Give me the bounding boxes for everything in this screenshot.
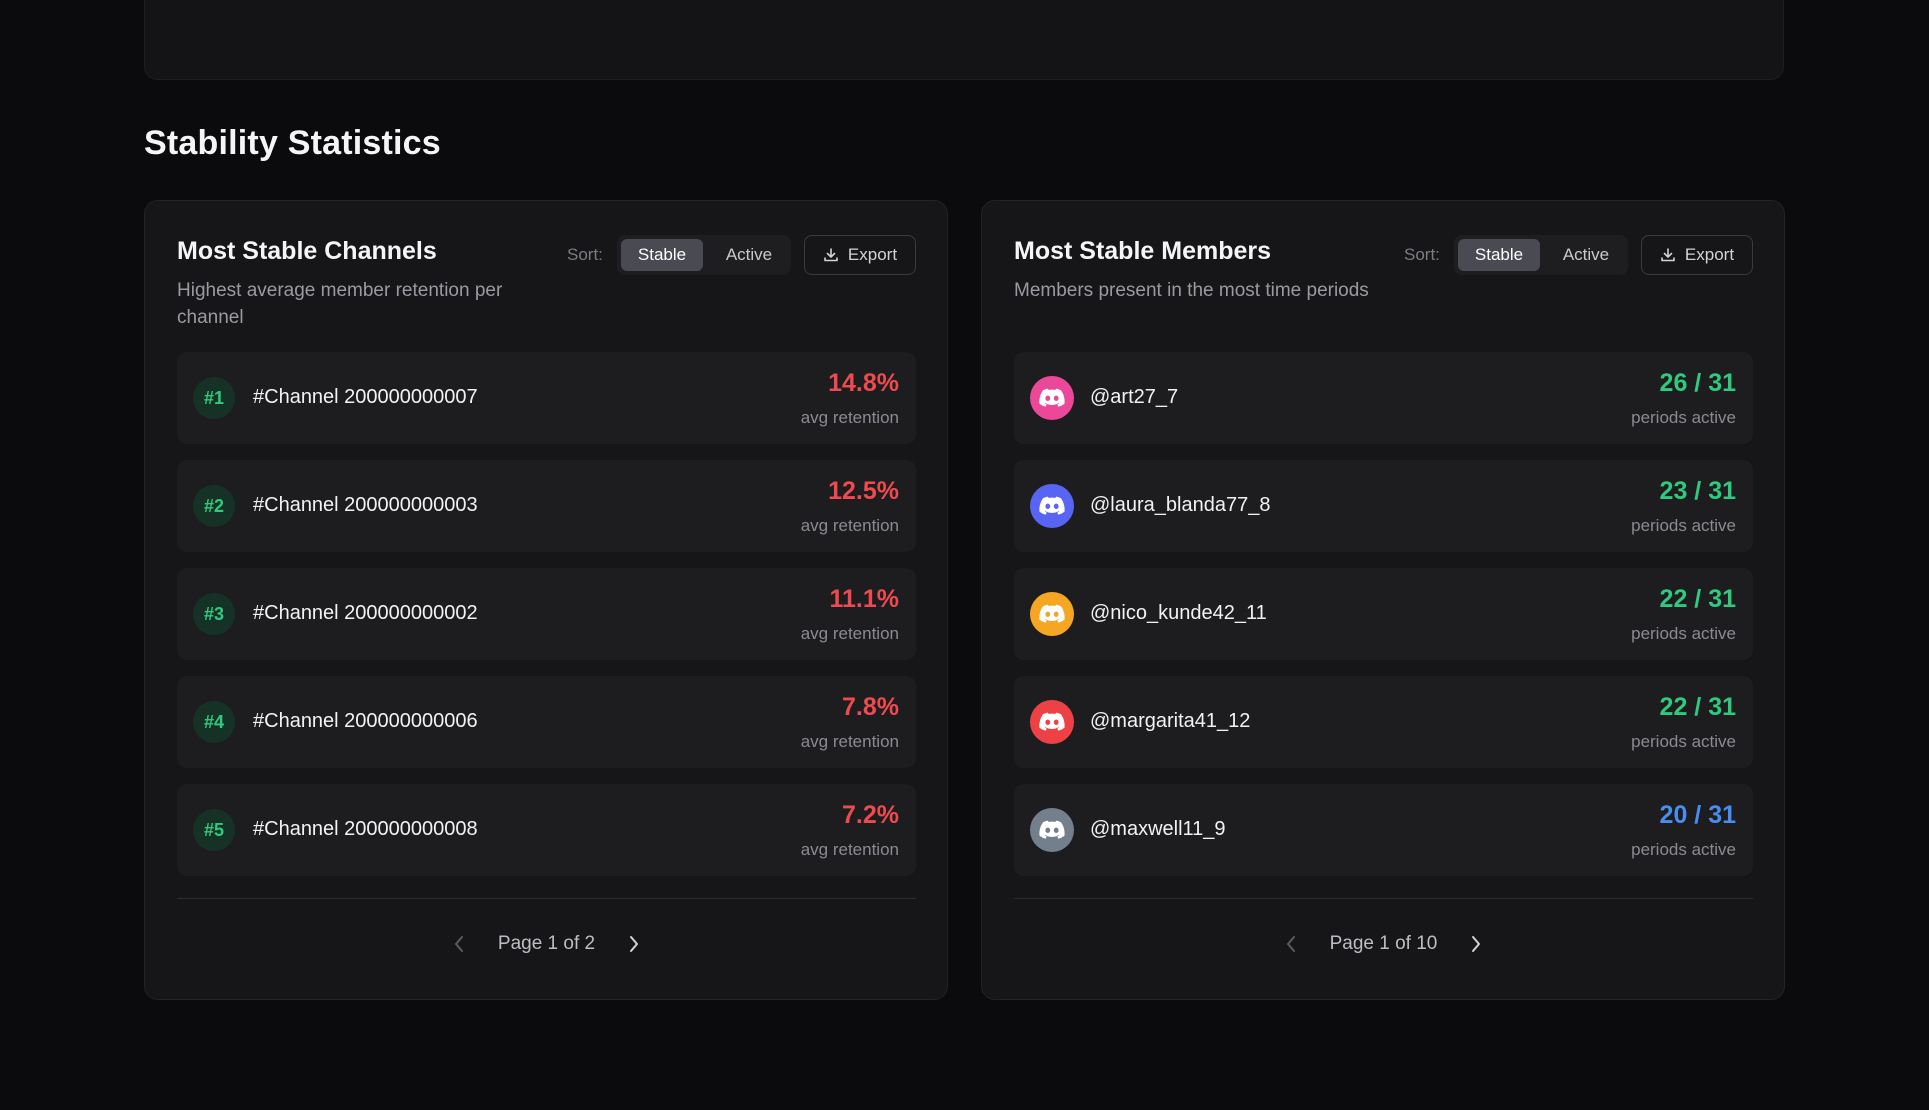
retention-caption: avg retention bbox=[800, 732, 899, 751]
member-name: @art27_7 bbox=[1090, 386, 1179, 408]
member-name: @margarita41_12 bbox=[1090, 710, 1251, 732]
export-label: Export bbox=[1684, 245, 1735, 264]
member-row[interactable]: @nico_kunde42_11 22 / 31 periods active bbox=[1014, 568, 1753, 660]
panel-title: Most Stable Channels bbox=[177, 237, 437, 265]
page-indicator: Page 1 of 2 bbox=[497, 933, 596, 954]
rank-badge: #4 bbox=[193, 701, 235, 743]
retention-caption: avg retention bbox=[800, 624, 899, 643]
sort-active-button[interactable]: Active bbox=[707, 239, 791, 271]
avatar bbox=[1030, 592, 1074, 636]
channel-name: #Channel 200000000002 bbox=[253, 602, 478, 624]
avatar bbox=[1030, 808, 1074, 852]
periods-value: 22 / 31 bbox=[1659, 693, 1736, 721]
member-row[interactable]: @maxwell11_9 20 / 31 periods active bbox=[1014, 784, 1753, 876]
avatar bbox=[1030, 376, 1074, 420]
download-icon bbox=[1661, 248, 1675, 262]
channel-row[interactable]: #5 #Channel 200000000008 7.2% avg retent… bbox=[177, 784, 916, 876]
chevron-right-icon bbox=[630, 936, 639, 952]
divider bbox=[177, 898, 916, 899]
retention-value: 7.2% bbox=[842, 801, 899, 829]
retention-value: 12.5% bbox=[828, 477, 899, 505]
periods-value: 20 / 31 bbox=[1659, 801, 1736, 829]
prev-page-button[interactable] bbox=[1280, 933, 1302, 955]
divider bbox=[1014, 898, 1753, 899]
member-row[interactable]: @laura_blanda77_8 23 / 31 periods active bbox=[1014, 460, 1753, 552]
discord-icon bbox=[1039, 388, 1065, 407]
channel-name: #Channel 200000000006 bbox=[253, 710, 478, 732]
next-page-button[interactable] bbox=[623, 933, 645, 955]
sort-active-button[interactable]: Active bbox=[1544, 239, 1628, 271]
export-label: Export bbox=[847, 245, 898, 264]
panel-subtitle: Highest average member retention per cha… bbox=[177, 280, 503, 328]
discord-icon bbox=[1039, 712, 1065, 731]
export-button[interactable]: Export bbox=[1641, 235, 1753, 275]
avatar bbox=[1030, 700, 1074, 744]
next-page-button[interactable] bbox=[1465, 933, 1487, 955]
export-button[interactable]: Export bbox=[804, 235, 916, 275]
pagination: Page 1 of 10 bbox=[1014, 929, 1753, 959]
periods-caption: periods active bbox=[1631, 408, 1736, 427]
channel-name: #Channel 200000000008 bbox=[253, 818, 478, 840]
sort-label: Sort: bbox=[567, 245, 603, 264]
retention-caption: avg retention bbox=[800, 408, 899, 427]
chevron-left-icon bbox=[454, 936, 463, 952]
rank-badge: #3 bbox=[193, 593, 235, 635]
page-indicator: Page 1 of 10 bbox=[1329, 933, 1438, 954]
chevron-left-icon bbox=[1286, 936, 1295, 952]
channel-name: #Channel 200000000003 bbox=[253, 494, 478, 516]
member-name: @nico_kunde42_11 bbox=[1090, 602, 1267, 624]
member-row[interactable]: @art27_7 26 / 31 periods active bbox=[1014, 352, 1753, 444]
member-name: @laura_blanda77_8 bbox=[1090, 494, 1271, 516]
panel-subtitle: Members present in the most time periods bbox=[1014, 280, 1369, 301]
rank-badge: #1 bbox=[193, 377, 235, 419]
sort-toggle: Stable Active bbox=[1454, 235, 1628, 275]
stable-channels-panel: Most Stable Channels Highest average mem… bbox=[144, 200, 948, 1000]
discord-icon bbox=[1039, 496, 1065, 515]
retention-value: 11.1% bbox=[829, 585, 899, 613]
sort-toggle: Stable Active bbox=[617, 235, 791, 275]
retention-value: 14.8% bbox=[828, 369, 899, 397]
previous-section-card bbox=[144, 0, 1784, 80]
rank-badge: #2 bbox=[193, 485, 235, 527]
section-title: Stability Statistics bbox=[144, 124, 441, 162]
channel-row[interactable]: #1 #Channel 200000000007 14.8% avg reten… bbox=[177, 352, 916, 444]
retention-caption: avg retention bbox=[800, 516, 899, 535]
discord-icon bbox=[1039, 604, 1065, 623]
prev-page-button[interactable] bbox=[448, 933, 470, 955]
periods-caption: periods active bbox=[1631, 624, 1736, 643]
periods-value: 22 / 31 bbox=[1659, 585, 1736, 613]
sort-stable-button[interactable]: Stable bbox=[621, 239, 703, 271]
retention-value: 7.8% bbox=[842, 693, 899, 721]
member-row[interactable]: @margarita41_12 22 / 31 periods active bbox=[1014, 676, 1753, 768]
download-icon bbox=[824, 248, 838, 262]
channel-row[interactable]: #2 #Channel 200000000003 12.5% avg reten… bbox=[177, 460, 916, 552]
periods-value: 26 / 31 bbox=[1659, 369, 1736, 397]
periods-value: 23 / 31 bbox=[1659, 477, 1736, 505]
periods-caption: periods active bbox=[1631, 840, 1736, 859]
sort-label: Sort: bbox=[1404, 245, 1440, 264]
chevron-right-icon bbox=[1472, 936, 1481, 952]
pagination: Page 1 of 2 bbox=[177, 929, 916, 959]
panel-title: Most Stable Members bbox=[1014, 237, 1272, 265]
stable-members-panel: Most Stable Members Members present in t… bbox=[981, 200, 1785, 1000]
sort-stable-button[interactable]: Stable bbox=[1458, 239, 1540, 271]
rank-badge: #5 bbox=[193, 809, 235, 851]
periods-caption: periods active bbox=[1631, 732, 1736, 751]
retention-caption: avg retention bbox=[800, 840, 899, 859]
channel-name: #Channel 200000000007 bbox=[253, 386, 478, 408]
channel-row[interactable]: #4 #Channel 200000000006 7.8% avg retent… bbox=[177, 676, 916, 768]
avatar bbox=[1030, 484, 1074, 528]
member-name: @maxwell11_9 bbox=[1090, 818, 1226, 840]
channel-row[interactable]: #3 #Channel 200000000002 11.1% avg reten… bbox=[177, 568, 916, 660]
discord-icon bbox=[1039, 820, 1065, 839]
periods-caption: periods active bbox=[1631, 516, 1736, 535]
